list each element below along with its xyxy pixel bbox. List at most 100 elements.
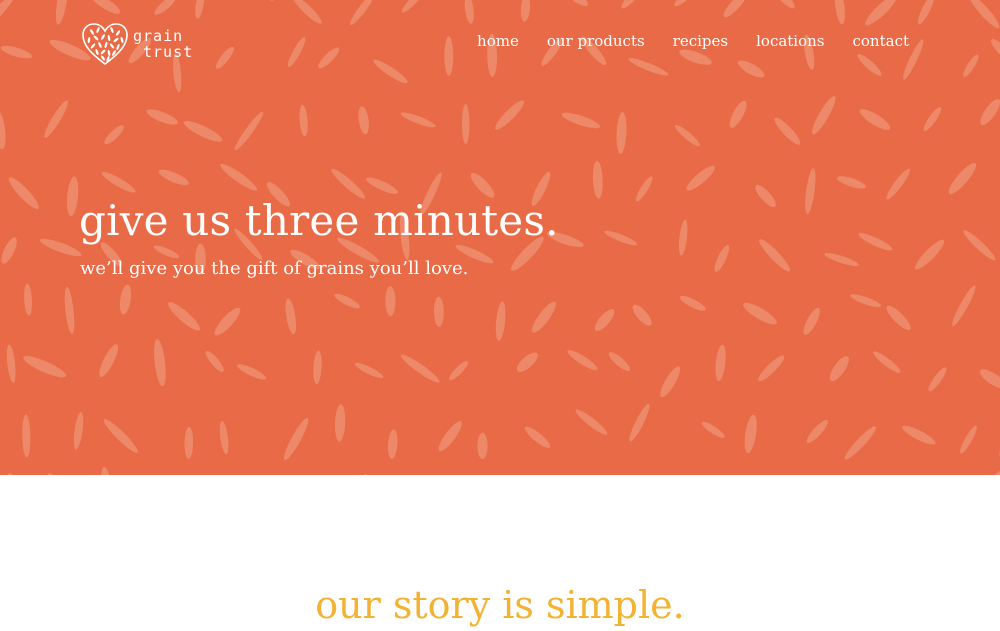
grain-shape bbox=[980, 99, 1000, 126]
grain-shape bbox=[858, 233, 893, 251]
grain-shape bbox=[237, 364, 267, 380]
grain-shape bbox=[923, 107, 942, 131]
grain-shape bbox=[438, 421, 462, 452]
grain-shape bbox=[0, 110, 6, 150]
grain-shape bbox=[836, 176, 866, 189]
grain-shape bbox=[886, 305, 911, 331]
grain-shape bbox=[928, 367, 947, 392]
grain-shape bbox=[66, 176, 79, 217]
grain-shape bbox=[981, 470, 1000, 475]
nav-link-contact[interactable]: contact bbox=[853, 32, 910, 50]
hero-subheadline: we’ll give you the gift of grains you’ll… bbox=[80, 258, 469, 279]
grain-shape bbox=[531, 301, 556, 333]
grain-shape bbox=[184, 426, 194, 459]
grain-shape bbox=[805, 168, 816, 215]
grain-shape bbox=[755, 184, 776, 208]
grain-shape bbox=[675, 124, 700, 147]
grain-shape bbox=[635, 176, 653, 202]
grain-shape bbox=[567, 350, 598, 371]
grain-shape bbox=[729, 100, 747, 129]
grain-shape bbox=[205, 351, 224, 372]
grain-shape bbox=[873, 351, 901, 373]
grain-shape bbox=[812, 96, 836, 135]
grain-shape bbox=[679, 295, 706, 311]
grain-shape bbox=[701, 421, 725, 438]
grain-shape bbox=[400, 354, 440, 383]
grain-shape bbox=[715, 344, 726, 382]
grain-shape bbox=[24, 283, 33, 316]
grain-shape bbox=[338, 473, 367, 475]
grain-shape bbox=[385, 286, 396, 317]
grain-shape bbox=[101, 171, 136, 193]
grain-shape bbox=[433, 296, 444, 327]
grain-shape bbox=[6, 344, 16, 383]
grain-shape bbox=[592, 160, 603, 199]
grain-shape bbox=[299, 104, 308, 137]
grain-shape bbox=[101, 466, 113, 475]
grain-shape bbox=[616, 112, 627, 154]
grain-shape bbox=[575, 409, 608, 435]
logo-wordmark: grain trust bbox=[133, 28, 193, 60]
main-nav: home our products recipes locations cont… bbox=[477, 32, 909, 50]
grain-shape bbox=[806, 419, 828, 444]
site-logo[interactable]: grain trust bbox=[81, 22, 193, 66]
grain-shape bbox=[48, 473, 78, 475]
grain-shape bbox=[678, 219, 688, 256]
grain-shape bbox=[44, 100, 69, 138]
grain-shape bbox=[8, 177, 40, 210]
grain-shape bbox=[824, 252, 859, 267]
grain-shape bbox=[629, 403, 650, 442]
grain-shape bbox=[285, 298, 297, 335]
grain-shape bbox=[1, 237, 17, 264]
grain-shape bbox=[948, 162, 977, 195]
grain-shape bbox=[714, 245, 730, 273]
heart-grains-icon bbox=[82, 23, 128, 66]
grain-shape bbox=[555, 474, 602, 475]
grain-shape bbox=[183, 120, 223, 142]
grain-shape bbox=[915, 239, 945, 270]
nav-link-our-products[interactable]: our products bbox=[547, 32, 645, 50]
grain-shape bbox=[594, 309, 615, 332]
nav-link-recipes[interactable]: recipes bbox=[673, 32, 728, 50]
grain-shape bbox=[39, 238, 82, 257]
grain-shape bbox=[744, 414, 757, 454]
nav-link-locations[interactable]: locations bbox=[756, 32, 824, 50]
grain-shape bbox=[844, 426, 877, 460]
grain-shape bbox=[516, 352, 538, 372]
grain-shape bbox=[803, 307, 820, 335]
grain-shape bbox=[859, 109, 891, 130]
grain-shape bbox=[758, 355, 785, 382]
hero-headline: give us three minutes. bbox=[79, 196, 559, 245]
grain-shape bbox=[366, 177, 399, 194]
grain-shape bbox=[220, 163, 258, 191]
grain-shape bbox=[524, 426, 551, 448]
grain-shape bbox=[168, 302, 201, 331]
grain-shape bbox=[743, 302, 777, 325]
grain-shape bbox=[387, 429, 398, 460]
grain-shape bbox=[119, 284, 132, 315]
grain-shape bbox=[495, 301, 506, 341]
grain-shape bbox=[979, 369, 1000, 389]
site-header: grain trust home our products recipes lo… bbox=[0, 0, 1000, 90]
grain-shape bbox=[104, 125, 124, 145]
grain-shape bbox=[850, 294, 882, 308]
grain-shape bbox=[604, 230, 638, 246]
logo-line-grain: grain bbox=[133, 27, 184, 45]
nav-link-home[interactable]: home bbox=[477, 32, 519, 50]
grain-shape bbox=[461, 104, 470, 144]
grain-shape bbox=[774, 117, 801, 145]
grain-shape bbox=[960, 425, 977, 454]
grain-shape bbox=[334, 404, 346, 442]
grain-shape bbox=[686, 165, 715, 191]
grain-shape bbox=[73, 412, 84, 450]
grain-shape bbox=[660, 366, 681, 398]
grain-shape bbox=[23, 356, 67, 378]
grain-shape bbox=[158, 169, 189, 186]
grain-shape bbox=[22, 414, 31, 458]
grain-shape bbox=[449, 360, 469, 381]
grain-shape bbox=[354, 362, 384, 379]
grain-shape bbox=[64, 287, 75, 335]
grain-shape bbox=[632, 304, 652, 326]
logo-line-trust: trust bbox=[143, 43, 194, 61]
story-heading: our story is simple. bbox=[315, 583, 685, 627]
